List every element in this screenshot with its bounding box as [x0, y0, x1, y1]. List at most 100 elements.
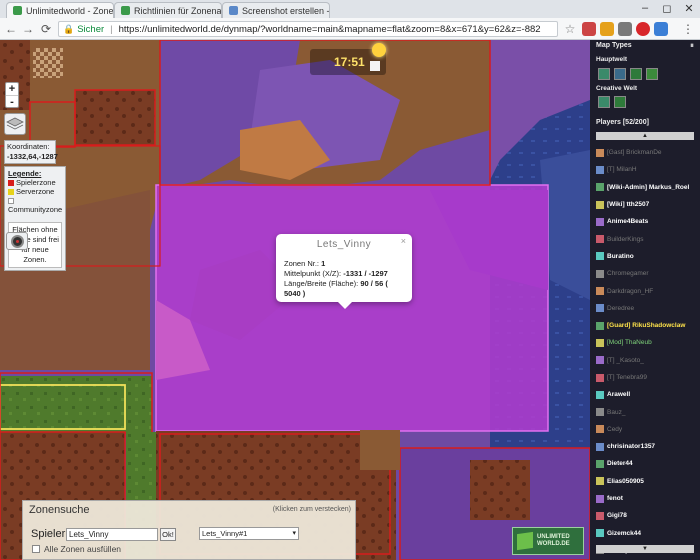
map-viewport[interactable]: 17:51 + - Koordinaten: -1332,64,-1287 Le…	[0, 40, 590, 560]
maximize-button[interactable]: ◻	[656, 0, 678, 16]
zone-number-line: Zonen Nr.: 1	[284, 259, 326, 268]
reload-icon[interactable]: ⟳	[38, 21, 54, 37]
player-name: Dieter44	[607, 460, 633, 468]
player-name: BuilderKings	[607, 235, 644, 243]
player-avatar-icon	[596, 477, 604, 486]
player-list-item[interactable]: Arawell	[596, 386, 694, 403]
player-list-item[interactable]: Chromegamer	[596, 265, 694, 282]
player-avatar-icon	[596, 338, 604, 347]
player-avatar-icon	[596, 200, 604, 209]
legend-item: Serverzone	[8, 187, 62, 196]
pin-sidebar-icon[interactable]: ⏸	[690, 41, 694, 51]
scroll-down-button[interactable]: ▼	[596, 545, 694, 553]
player-list-item[interactable]: Gigi78	[596, 507, 694, 524]
player-list-item[interactable]: [Guard] RikuShadowclaw	[596, 317, 694, 334]
player-search-input[interactable]: Lets_Vinny	[66, 528, 158, 541]
zone-select[interactable]: Lets_Vinny#1 ▾	[199, 527, 299, 540]
player-list-item[interactable]: fenot	[596, 490, 694, 507]
moon-icon	[370, 61, 380, 71]
player-list-item[interactable]: Darkdragon_HF	[596, 282, 694, 299]
zone-search-title: Zonensuche	[29, 504, 90, 516]
cube-logo-icon	[517, 531, 533, 551]
hide-panel-hint[interactable]: (Klicken zum verstecken)	[273, 506, 351, 513]
player-list-item[interactable]: chrisinator1357	[596, 438, 694, 455]
back-arrow-icon[interactable]: ←	[3, 21, 19, 37]
player-list-item[interactable]: Bauz_	[596, 403, 694, 420]
player-avatar-icon	[596, 425, 604, 434]
secure-label: Sicher	[77, 23, 105, 35]
extension-icon[interactable]	[618, 22, 632, 36]
tab-bar: Unlimitedworld - Zonen × Richtlinien für…	[0, 0, 700, 18]
browser-tab-2[interactable]: Richtlinien für Zonenanf ×	[114, 2, 222, 18]
bookmark-star-icon[interactable]: ☆	[562, 21, 578, 37]
browser-tab-3[interactable]: Screenshot erstellen - ×	[222, 2, 330, 18]
player-zone[interactable]	[74, 89, 156, 146]
player-list-item[interactable]: Gizemck44	[596, 525, 694, 542]
zone-owner-name: Lets_Vinny	[316, 239, 372, 250]
world-hauptwelt-label: Hauptwelt	[596, 56, 628, 63]
player-list-item[interactable]: Elias050905	[596, 473, 694, 490]
night-map-icon[interactable]	[646, 68, 658, 80]
player-list-item[interactable]: [T] Tenebra99	[596, 369, 694, 386]
close-window-button[interactable]: ✕	[678, 0, 700, 16]
close-popup-icon[interactable]: ×	[401, 236, 406, 246]
all-zones-checkbox[interactable]	[32, 545, 40, 553]
player-avatar-icon	[596, 235, 604, 244]
player-name: [T] Tenebra99	[607, 374, 647, 381]
player-list-item[interactable]: [T] _Kasoto_	[596, 352, 694, 369]
player-list: [Gast] BrickmanDe [T] MilanH [Wiki-Admin] …	[596, 144, 694, 559]
player-avatar-icon	[596, 183, 604, 192]
player-list-item[interactable]: [Wiki-Admin] Markus_Roel	[596, 179, 694, 196]
browser-tab-1[interactable]: Unlimitedworld - Zonen ×	[6, 2, 114, 18]
player-name: Chromegamer	[607, 270, 649, 278]
player-list-item[interactable]: BuilderKings	[596, 230, 694, 247]
forward-arrow-icon[interactable]: →	[20, 21, 36, 37]
player-list-item[interactable]: Deredree	[596, 300, 694, 317]
player-list-item[interactable]: Anime4Beats	[596, 213, 694, 230]
minimize-button[interactable]: ‒	[634, 0, 656, 16]
player-avatar-icon	[596, 442, 604, 451]
player-avatar-icon	[596, 321, 604, 330]
scroll-up-button[interactable]: ▲	[596, 132, 694, 140]
zoom-in-button[interactable]: +	[6, 83, 18, 95]
brick-building	[470, 460, 530, 520]
cave-map-icon[interactable]	[630, 68, 642, 80]
flat-map-icon[interactable]	[598, 96, 610, 108]
layers-icon[interactable]	[4, 113, 26, 135]
zone-info-popup: × Lets_Vinny Zonen Nr.: 1 Mittelpunkt (X…	[276, 234, 412, 309]
menu-icon[interactable]: ⋮	[680, 21, 696, 37]
player-list-item[interactable]: [T] MilanH	[596, 161, 694, 178]
player-list-item[interactable]: Cedy	[596, 421, 694, 438]
cave-map-icon[interactable]	[614, 96, 626, 108]
lock-icon: 🔒	[63, 23, 75, 34]
player-list-item[interactable]: [Gast] BrickmanDe	[596, 144, 694, 161]
opera-icon[interactable]	[636, 22, 650, 36]
map-sidebar: Map Types ⏸ Hauptwelt Creative Welt Play…	[590, 40, 700, 560]
coordinates-panel: Koordinaten: -1332,64,-1287	[4, 140, 58, 164]
player-name: Gizemck44	[607, 529, 641, 537]
player-list-item[interactable]: Buratino	[596, 248, 694, 265]
coordinates-label: Koordinaten:	[7, 142, 50, 151]
extension-icon[interactable]	[600, 22, 614, 36]
zone-size-line: Länge/Breite (Fläche): 90 / 56 ( 5040 )	[284, 279, 388, 298]
flat-map-icon[interactable]	[598, 68, 610, 80]
surface-map-icon[interactable]	[614, 68, 626, 80]
player-name: chrisinator1357	[607, 443, 656, 451]
player-name: [T] MilanH	[607, 166, 637, 174]
extension-icon[interactable]	[654, 22, 668, 36]
player-list-item[interactable]: [Mod] ThaNeub	[596, 334, 694, 351]
site-favicon-icon	[121, 6, 130, 15]
ok-button[interactable]: Ok!	[160, 528, 176, 541]
url-field[interactable]: 🔒 Sicher | https://unlimitedworld.de/dyn…	[58, 21, 558, 37]
player-list-item[interactable]: [Wiki] tth2507	[596, 196, 694, 213]
extension-icon[interactable]	[582, 22, 596, 36]
player-avatar-icon	[596, 390, 604, 399]
player-list-item[interactable]: Dieter44	[596, 455, 694, 472]
record-disc-button[interactable]	[6, 232, 28, 250]
url-text: https://unlimitedworld.de/dynmap/?worldn…	[118, 23, 541, 35]
player-avatar-icon	[596, 269, 604, 278]
player-name: Gigi78	[607, 512, 627, 520]
tab-title: Richtlinien für Zonenanf	[134, 5, 222, 16]
zoom-out-button[interactable]: -	[6, 95, 18, 108]
clock-time: 17:51	[334, 55, 365, 69]
